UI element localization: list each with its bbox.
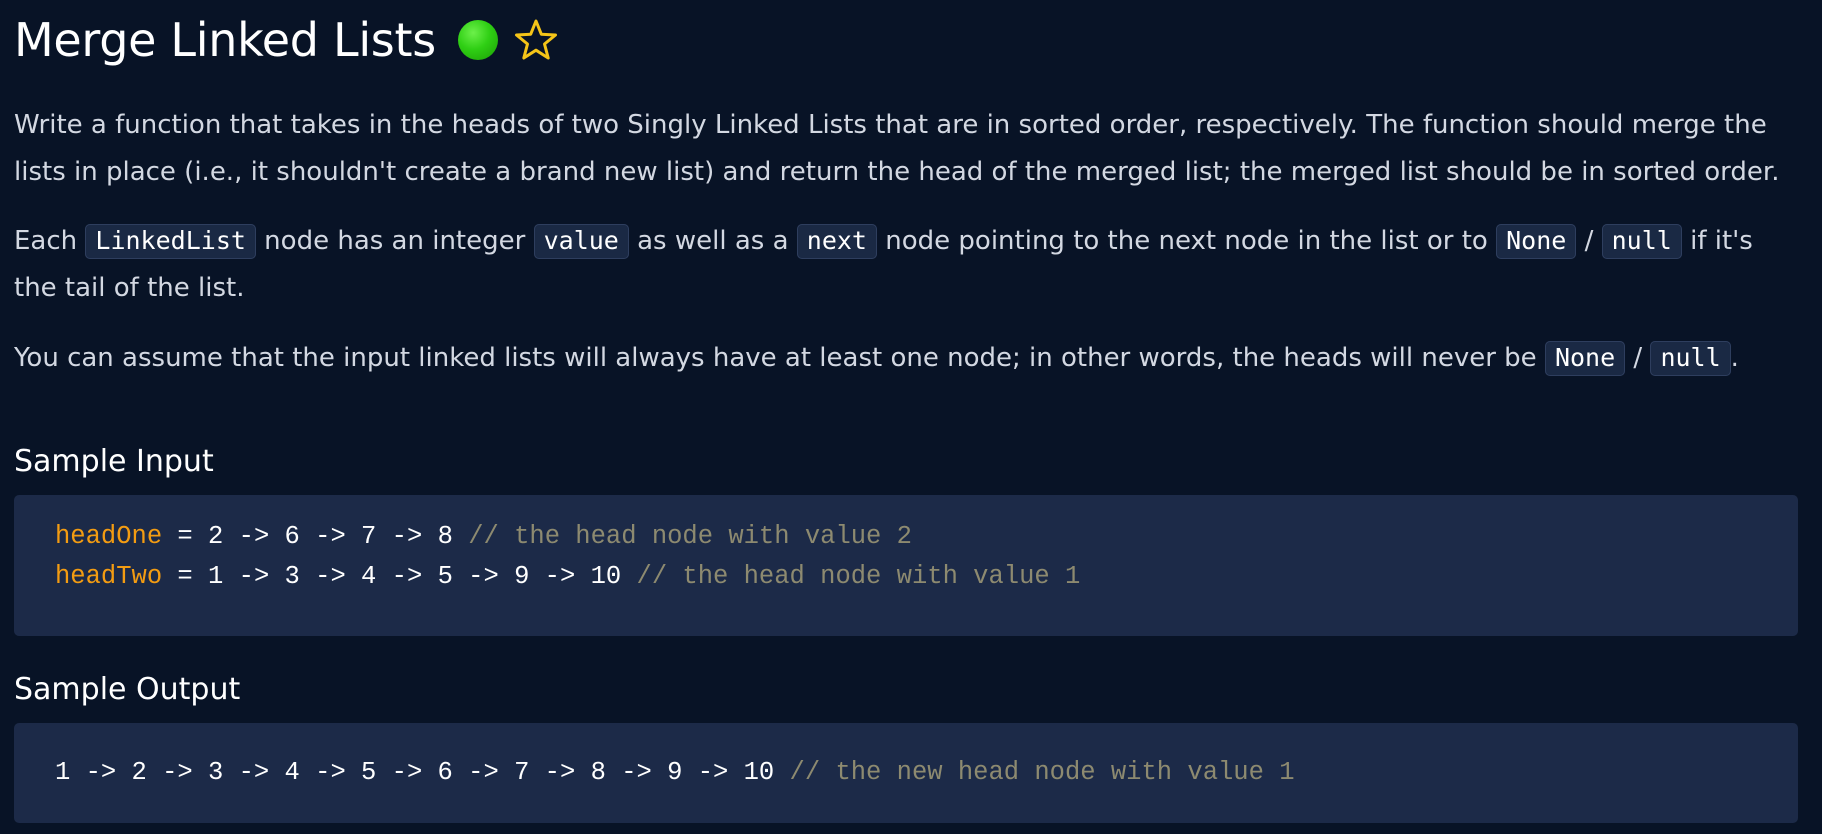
sample-input-code-block: headOne = 2 -> 6 -> 7 -> 8 // the head n… — [14, 495, 1798, 636]
code-text: = 1 -> 3 -> 4 -> 5 -> 9 -> 10 — [162, 562, 637, 591]
sample-output-code-block: 1 -> 2 -> 3 -> 4 -> 5 -> 6 -> 7 -> 8 -> … — [14, 723, 1798, 823]
sample-output-heading: Sample Output — [14, 672, 241, 707]
code-comment: // the head node with value 1 — [636, 562, 1081, 591]
text: Each — [14, 226, 86, 256]
code-variable: headTwo — [55, 562, 163, 591]
sample-input-heading: Sample Input — [14, 444, 214, 479]
code-line: headTwo = 1 -> 3 -> 4 -> 5 -> 9 -> 10 //… — [55, 557, 1798, 597]
code-text: 1 -> 2 -> 3 -> 4 -> 5 -> 6 -> 7 -> 8 -> … — [55, 758, 790, 787]
problem-title: Merge Linked Lists — [14, 13, 436, 67]
text: as well as a — [628, 226, 797, 256]
star-icon[interactable] — [514, 18, 558, 62]
inline-code-null: null — [1650, 341, 1731, 376]
text: node pointing to the next node in the li… — [877, 226, 1497, 256]
inline-code-none: None — [1544, 341, 1626, 376]
code-line: headOne = 2 -> 6 -> 7 -> 8 // the head n… — [55, 517, 1798, 557]
code-text: = 2 -> 6 -> 7 -> 8 — [162, 522, 469, 551]
code-variable: headOne — [55, 522, 163, 551]
text: node has an integer — [255, 226, 534, 256]
inline-code-next: next — [796, 224, 877, 259]
inline-code-none: None — [1496, 224, 1577, 259]
problem-page: Merge Linked Lists Write a function that… — [14, 0, 1798, 823]
text: / — [1625, 343, 1651, 373]
code-comment: // the head node with value 2 — [468, 522, 912, 551]
description-paragraph-3: You can assume that the input linked lis… — [14, 334, 1798, 382]
text: / — [1576, 226, 1602, 256]
text: You can assume that the input linked lis… — [14, 343, 1545, 373]
inline-code-linkedlist: LinkedList — [85, 224, 256, 259]
code-line: 1 -> 2 -> 3 -> 4 -> 5 -> 6 -> 7 -> 8 -> … — [55, 753, 1798, 793]
description-paragraph-1: Write a function that takes in the heads… — [14, 110, 1780, 187]
text: . — [1730, 343, 1739, 373]
title-row: Merge Linked Lists — [14, 0, 1798, 80]
code-comment: // the new head node with value 1 — [789, 758, 1295, 787]
difficulty-indicator-icon — [457, 20, 498, 60]
inline-code-value: value — [533, 224, 629, 259]
inline-code-null: null — [1601, 224, 1682, 259]
description-paragraph-2: Each LinkedList node has an integer valu… — [14, 217, 1798, 312]
